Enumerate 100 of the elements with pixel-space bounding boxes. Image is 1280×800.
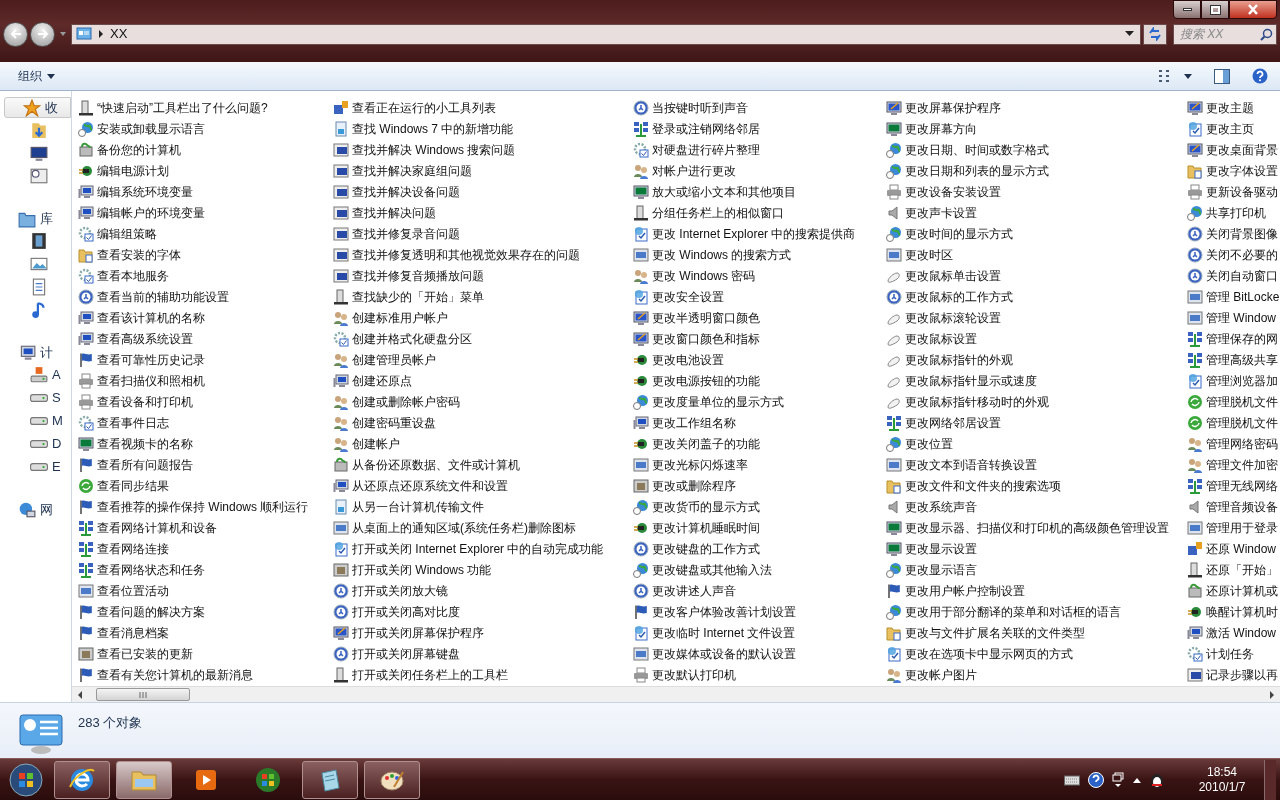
control-panel-link[interactable]: 登录或注销网络邻居 [633, 118, 886, 139]
control-panel-link[interactable]: 更改媒体或设备的默认设置 [633, 643, 886, 664]
control-panel-link[interactable]: 创建并格式化硬盘分区 [333, 328, 633, 349]
control-panel-link[interactable]: 查看所有问题报告 [78, 454, 333, 475]
control-panel-link[interactable]: 更改货币的显示方式 [633, 496, 886, 517]
control-panel-link[interactable]: 查看已安装的更新 [78, 643, 333, 664]
control-panel-link[interactable]: 查看当前的辅助功能设置 [78, 286, 333, 307]
control-panel-link[interactable]: 查看正在运行的小工具列表 [333, 97, 633, 118]
control-panel-link[interactable]: 更改 Internet Explorer 中的搜索提供商 [633, 223, 886, 244]
control-panel-link[interactable]: 更改文件和文件夹的搜索选项 [886, 475, 1187, 496]
maximize-button[interactable] [1201, 0, 1229, 19]
search-field[interactable]: 搜索 XX [1173, 23, 1277, 45]
control-panel-link[interactable]: 放大或缩小文本和其他项目 [633, 181, 886, 202]
control-panel-link[interactable]: 管理用于登录 [1187, 517, 1280, 538]
control-panel-link[interactable]: 更改计算机睡眠时间 [633, 517, 886, 538]
control-panel-link[interactable]: 安装或卸载显示语言 [78, 118, 333, 139]
control-panel-link[interactable]: 创建密码重设盘 [333, 412, 633, 433]
control-panel-link[interactable]: 查看安装的字体 [78, 244, 333, 265]
windows-icon[interactable] [1112, 771, 1124, 788]
control-panel-link[interactable]: 更改键盘的工作方式 [633, 538, 886, 559]
control-panel-link[interactable]: “快速启动”工具栏出了什么问题? [78, 97, 333, 118]
control-panel-link[interactable]: 打开或关闭屏幕保护程序 [333, 622, 633, 643]
control-panel-link[interactable]: 更改鼠标指针的外观 [886, 349, 1187, 370]
control-panel-link[interactable]: 更改安全设置 [633, 286, 886, 307]
view-options-button[interactable] [1158, 69, 1192, 83]
control-panel-link[interactable]: 更改鼠标滚轮设置 [886, 307, 1187, 328]
control-panel-link[interactable]: 更改或删除程序 [633, 475, 886, 496]
navigation-group[interactable]: 库 [0, 208, 71, 229]
control-panel-link[interactable]: 还原计算机或 [1187, 580, 1280, 601]
control-panel-link[interactable]: 更改屏幕保护程序 [886, 97, 1187, 118]
control-panel-link[interactable]: 管理浏览器加 [1187, 370, 1280, 391]
preview-pane-button[interactable] [1214, 68, 1230, 84]
control-panel-link[interactable]: 查看有关您计算机的最新消息 [78, 664, 333, 685]
control-panel-link[interactable]: 更改工作组名称 [633, 412, 886, 433]
control-panel-link[interactable]: 编辑电源计划 [78, 160, 333, 181]
control-panel-link[interactable]: 记录步骤以再 [1187, 664, 1280, 685]
navigation-item[interactable]: E [0, 455, 71, 478]
control-panel-link[interactable]: 更改屏幕方向 [886, 118, 1187, 139]
address-bar[interactable]: XX [71, 23, 1141, 45]
back-button[interactable] [3, 21, 28, 47]
help-icon[interactable] [1088, 771, 1104, 788]
control-panel-link[interactable]: 查找并修复透明和其他视觉效果存在的问题 [333, 244, 633, 265]
control-panel-link[interactable]: 更改帐户图片 [886, 664, 1187, 685]
control-panel-link[interactable]: 创建帐户 [333, 433, 633, 454]
control-panel-link[interactable]: 管理 BitLocke [1187, 286, 1280, 307]
navigation-group[interactable]: 网 [0, 499, 71, 520]
control-panel-link[interactable]: 更改键盘或其他输入法 [633, 559, 886, 580]
control-panel-link[interactable]: 管理脱机文件 [1187, 412, 1280, 433]
organize-button[interactable]: 组织 [18, 67, 55, 85]
control-panel-link[interactable]: 查看设备和打印机 [78, 391, 333, 412]
help-button[interactable] [1252, 68, 1268, 84]
control-panel-link[interactable]: 更改系统声音 [886, 496, 1187, 517]
close-button[interactable] [1229, 0, 1277, 19]
control-panel-link[interactable]: 更改桌面背景 [1187, 139, 1280, 160]
control-panel-link[interactable]: 计划任务 [1187, 643, 1280, 664]
control-panel-link[interactable]: 打开或关闭屏幕键盘 [333, 643, 633, 664]
control-panel-link[interactable]: 更改时间的显示方式 [886, 223, 1187, 244]
control-panel-link[interactable]: 更改 Windows 的搜索方式 [633, 244, 886, 265]
control-panel-link[interactable]: 查找并修复录音问题 [333, 223, 633, 244]
control-panel-link[interactable]: 更改时区 [886, 244, 1187, 265]
penguin-icon[interactable] [1150, 771, 1164, 788]
control-panel-link[interactable]: 编辑帐户的环境变量 [78, 202, 333, 223]
control-panel-link[interactable]: 查看高级系统设置 [78, 328, 333, 349]
control-panel-link[interactable]: 更新设备驱动 [1187, 181, 1280, 202]
control-panel-link[interactable]: 更改电源按钮的功能 [633, 370, 886, 391]
control-panel-link[interactable]: 更改客户体验改善计划设置 [633, 601, 886, 622]
control-panel-link[interactable]: 更改字体设置 [1187, 160, 1280, 181]
control-panel-link[interactable]: 更改位置 [886, 433, 1187, 454]
taskbar-button[interactable] [302, 760, 358, 799]
taskbar-button[interactable] [116, 760, 172, 799]
control-panel-link[interactable]: 从桌面上的通知区域(系统任务栏)删除图标 [333, 517, 633, 538]
control-panel-link[interactable]: 更改光标闪烁速率 [633, 454, 886, 475]
control-panel-link[interactable]: 更改电池设置 [633, 349, 886, 370]
control-panel-link[interactable]: 查看问题的解决方案 [78, 601, 333, 622]
control-panel-link[interactable]: 更改设备安装设置 [886, 181, 1187, 202]
control-panel-link[interactable]: 查看位置活动 [78, 580, 333, 601]
control-panel-link[interactable]: 查看推荐的操作保持 Windows 顺利运行 [78, 496, 333, 517]
forward-button[interactable] [30, 21, 55, 47]
control-panel-link[interactable]: 查看本地服务 [78, 265, 333, 286]
navigation-item[interactable]: S [0, 386, 71, 409]
control-panel-link[interactable]: 更改默认打印机 [633, 664, 886, 685]
control-panel-link[interactable]: 查找 Windows 7 中的新增功能 [333, 118, 633, 139]
control-panel-link[interactable]: 打开或关闭 Windows 功能 [333, 559, 633, 580]
control-panel-link[interactable]: 从还原点还原系统文件和设置 [333, 475, 633, 496]
control-panel-link[interactable]: 唤醒计算机时 [1187, 601, 1280, 622]
control-panel-link[interactable]: 关闭自动窗口 [1187, 265, 1280, 286]
horizontal-scrollbar[interactable] [72, 686, 1280, 702]
control-panel-link[interactable]: 查看可靠性历史记录 [78, 349, 333, 370]
control-panel-link[interactable]: 编辑系统环境变量 [78, 181, 333, 202]
control-panel-link[interactable]: 管理 Window [1187, 307, 1280, 328]
keyboard-icon[interactable] [1064, 773, 1080, 786]
control-panel-link[interactable]: 打开或关闭放大镜 [333, 580, 633, 601]
control-panel-link[interactable]: 对帐户进行更改 [633, 160, 886, 181]
control-panel-link[interactable]: 更改度量单位的显示方式 [633, 391, 886, 412]
control-panel-link[interactable]: 关闭背景图像 [1187, 223, 1280, 244]
control-panel-link[interactable]: 更改用户帐户控制设置 [886, 580, 1187, 601]
navigation-item[interactable]: A [0, 363, 71, 386]
control-panel-link[interactable]: 管理高级共享 [1187, 349, 1280, 370]
navigation-item[interactable]: M [0, 409, 71, 432]
control-panel-link[interactable]: 打开或关闭 Internet Explorer 中的自动完成功能 [333, 538, 633, 559]
